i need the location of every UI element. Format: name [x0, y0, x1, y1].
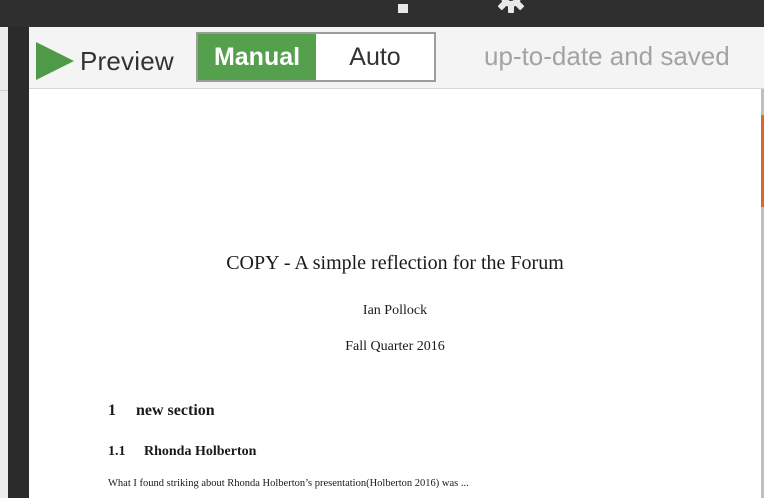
section-title: new section — [136, 402, 215, 419]
top-bar — [0, 0, 764, 27]
gear-icon[interactable] — [494, 0, 528, 15]
section-heading: 1 new section — [108, 402, 215, 420]
play-icon — [36, 42, 74, 80]
manual-mode-option[interactable]: Manual — [198, 34, 316, 80]
document-author: Ian Pollock — [362, 303, 428, 318]
menu-indicator[interactable] — [398, 4, 408, 13]
preview-toolbar: Preview Manual Auto up-to-date and saved — [29, 27, 764, 89]
compile-mode-toggle[interactable]: Manual Auto — [196, 32, 436, 82]
pane-splitter[interactable] — [8, 27, 29, 498]
subsection-heading: 1.1 Rhonda Holberton — [108, 444, 256, 460]
document-date: Fall Quarter 2016 — [345, 339, 445, 354]
gutter-divider — [0, 90, 8, 91]
document-page: COPY - A simple reflection for the Forum… — [29, 89, 761, 498]
document-title: COPY - A simple reflection for the Forum — [226, 252, 564, 274]
subsection-title: Rhonda Holberton — [144, 444, 257, 459]
preview-label: Preview — [80, 45, 174, 76]
save-status: up-to-date and saved — [484, 41, 730, 71]
auto-mode-option[interactable]: Auto — [316, 34, 434, 80]
subsection-number: 1.1 — [108, 444, 126, 459]
editor-gutter — [0, 27, 8, 498]
preview-button[interactable]: Preview — [35, 41, 174, 81]
document-paragraph: What I found striking about Rhonda Holbe… — [108, 478, 469, 489]
pdf-preview[interactable]: COPY - A simple reflection for the Forum… — [29, 89, 764, 498]
section-number: 1 — [108, 402, 116, 419]
